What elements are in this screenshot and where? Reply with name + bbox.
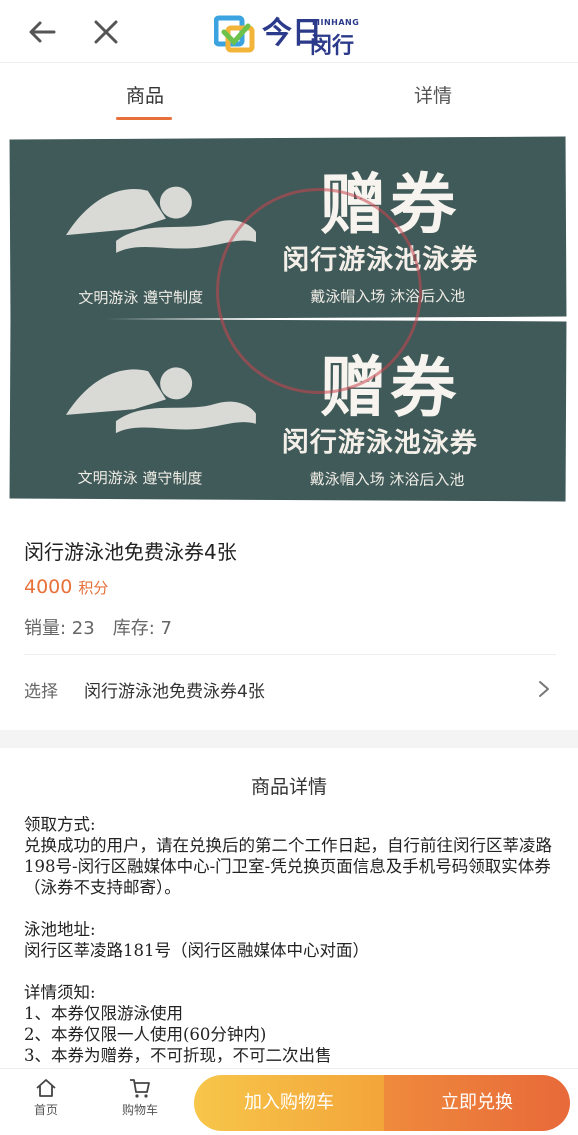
select-value: 闵行游泳池免费泳券4张 [84, 682, 265, 702]
ticket-left-slogan: 文明游泳 遵守制度 [78, 288, 204, 308]
stock-count: 库存: 7 [112, 618, 172, 639]
cart-icon [130, 1079, 150, 1098]
product-detail-section: 商品详情 领取方式: 兑换成功的用户，请在兑换后的第二个工作日起，自行前往闵行区… [0, 748, 578, 1068]
section-gap [0, 730, 578, 748]
detail-line: 详情须知: [24, 983, 96, 1002]
detail-title: 商品详情 [250, 776, 327, 798]
red-stamp [216, 188, 422, 394]
detail-line: 闵行区莘凌路181号（闵行区融媒体中心对面） [24, 941, 369, 960]
tab-goods[interactable]: 商品 [126, 81, 164, 108]
product-name: 闵行游泳池免费泳券4张 [24, 540, 237, 564]
tab-bar: 商品 详情 [0, 63, 578, 127]
chevron-right-icon [539, 681, 549, 697]
add-to-cart-button[interactable]: 加入购物车 [194, 1075, 384, 1131]
nav-home[interactable]: 首页 [16, 1077, 76, 1118]
redeem-now-button[interactable]: 立即兑换 [384, 1075, 570, 1131]
ticket-title: 闵行游泳池泳券 [281, 426, 478, 459]
ticket-right-slogan: 戴泳帽入场 沐浴后入池 [309, 470, 465, 489]
detail-line: 2、本券仅限一人使用(60分钟内) [24, 1025, 267, 1044]
detail-line: 领取方式: [24, 815, 96, 834]
sales-stock: 销量: 23 库存: 7 [24, 614, 172, 640]
detail-line: 泳池地址: [24, 920, 96, 939]
ticket-left-slogan: 文明游泳 遵守制度 [77, 468, 203, 488]
nav-home-label: 首页 [33, 1103, 58, 1117]
logo-mark-icon [214, 15, 255, 53]
product-info: 闵行游泳池免费泳券4张 4000 积分 销量: 23 库存: 7 选择 闵行游泳池免… [0, 512, 578, 730]
tab-details[interactable]: 详情 [414, 81, 452, 108]
spec-select-row[interactable]: 选择 闵行游泳池免费泳券4张 [0, 655, 578, 723]
detail-body: 领取方式: 兑换成功的用户，请在兑换后的第二个工作日起，自行前往闵行区莘凌路19… [24, 814, 560, 1066]
sales-count: 销量: 23 [24, 618, 95, 639]
price-unit: 积分 [78, 579, 109, 597]
top-bar: 今日 MINHANG 闵行 [0, 0, 578, 63]
detail-line: 1、本券仅限游泳使用 [24, 1004, 183, 1023]
logo-brand-cn: 闵行 [310, 34, 355, 59]
detail-line: 兑换成功的用户，请在兑换后的第二个工作日起，自行前往闵行区莘凌路198号-闵行区… [24, 836, 552, 897]
home-icon [36, 1079, 56, 1097]
back-arrow-icon[interactable] [24, 14, 60, 50]
logo-brand-en: MINHANG [312, 18, 360, 27]
detail-line: 3、本券为赠券，不可折现，不可二次出售 [24, 1046, 332, 1065]
select-label: 选择 [24, 682, 58, 702]
price-value: 4000 [24, 576, 73, 598]
nav-cart[interactable]: 购物车 [110, 1077, 170, 1118]
bottom-action-bar: 首页 购物车 加入购物车 立即兑换 [0, 1068, 578, 1135]
close-icon[interactable] [88, 14, 124, 50]
product-price: 4000 积分 [24, 576, 108, 598]
nav-cart-label: 购物车 [121, 1103, 158, 1117]
product-image: 赠券 闵行游泳池泳券 文明游泳 遵守制度 戴泳帽入场 沐浴后入池 赠券 闵行游泳… [0, 128, 578, 512]
app-logo: 今日 MINHANG 闵行 [214, 8, 364, 59]
swimmer-icon [65, 367, 256, 434]
active-tab-indicator [116, 117, 172, 120]
